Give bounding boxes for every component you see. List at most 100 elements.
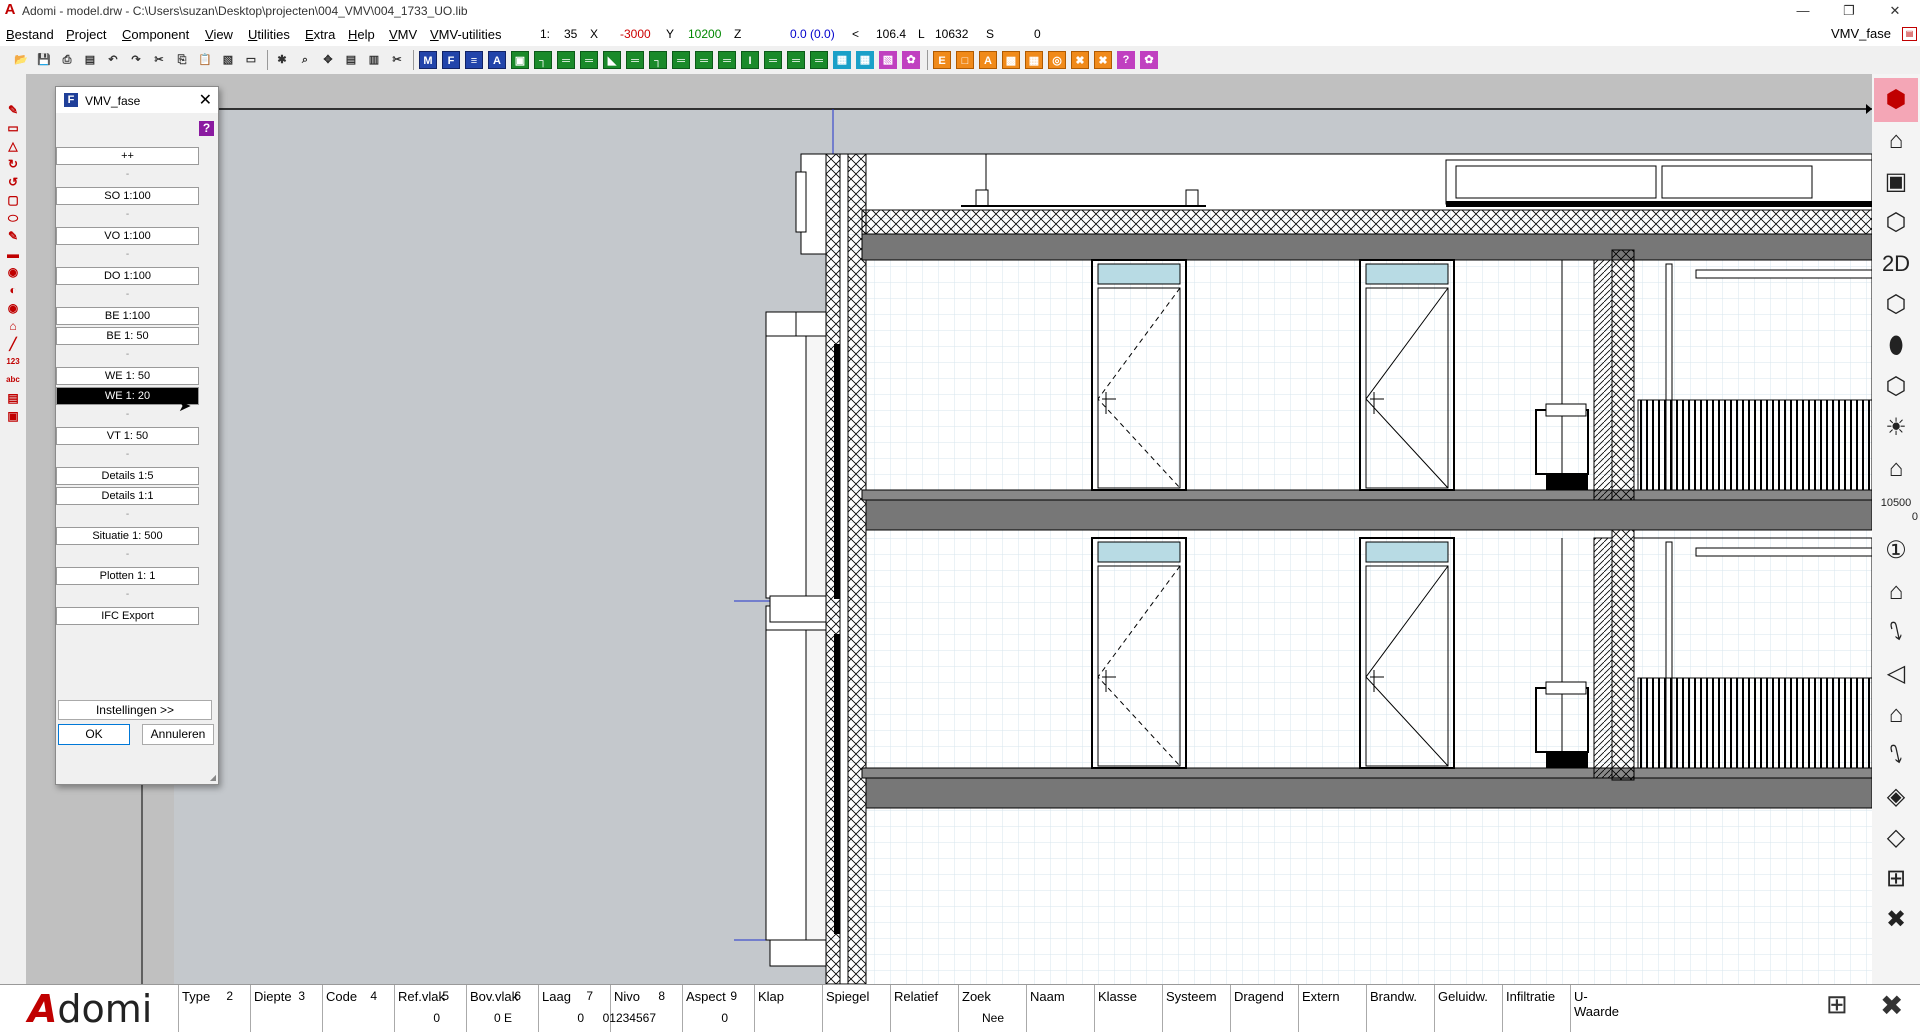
status-field-spiegel[interactable]: Spiegel	[822, 985, 880, 1032]
zoom-icon[interactable]: ⌕	[296, 51, 314, 69]
vmv-tool-6-icon[interactable]: ┐	[534, 51, 552, 69]
redo-icon[interactable]: ↷	[127, 51, 145, 69]
print-icon[interactable]: ⎙	[58, 51, 76, 69]
settings-button[interactable]: Instellingen >>	[58, 700, 212, 720]
vmv-tool-14-icon[interactable]: ═	[718, 51, 736, 69]
vmv-tool-12-icon[interactable]: ═	[672, 51, 690, 69]
vmv-tool-11-icon[interactable]: ┐	[649, 51, 667, 69]
vmv-tool-21-icon[interactable]: ▧	[879, 51, 897, 69]
menu-help[interactable]: Help	[348, 27, 375, 42]
menu-extra[interactable]: Extra	[305, 27, 335, 42]
minimize-button[interactable]: —	[1780, 0, 1826, 22]
menu-bestand[interactable]: Bestand	[6, 27, 54, 42]
vmv-tool-9-icon[interactable]: ◣	[603, 51, 621, 69]
vmv-tool-4-icon[interactable]: A	[488, 51, 506, 69]
left-tool-18-icon[interactable]: ▣	[5, 408, 21, 424]
pan-icon[interactable]: ✥	[319, 51, 337, 69]
left-tool-6-icon[interactable]: ▢	[5, 192, 21, 208]
status-field-diepte[interactable]: Diepte 3	[250, 985, 308, 1032]
vmv-tool-13-icon[interactable]: ═	[695, 51, 713, 69]
status-field-relatief[interactable]: Relatief	[890, 985, 948, 1032]
panel-toggle-icon[interactable]: ▤	[1902, 27, 1917, 41]
undo-icon[interactable]: ↶	[104, 51, 122, 69]
phase-option[interactable]: Details 1:1	[56, 487, 199, 505]
status-field-extern[interactable]: Extern	[1298, 985, 1356, 1032]
right-view-tool-8-icon[interactable]: ⬡	[1874, 365, 1918, 409]
vmv-tool-15-icon[interactable]: I	[741, 51, 759, 69]
right-view-tool-11-icon[interactable]: 10500 0	[1874, 488, 1918, 532]
status-field-uwaarde[interactable]: U-Waarde	[1570, 985, 1628, 1032]
open-icon[interactable]: 📂	[12, 51, 30, 69]
menu-utilities[interactable]: Utilities	[248, 27, 290, 42]
tree-view-icon[interactable]: ⊞	[1826, 989, 1848, 1020]
help-icon[interactable]: ?	[199, 121, 214, 136]
left-tool-11-icon[interactable]: ◐	[5, 282, 21, 298]
right-view-tool-17-icon[interactable]: ⭛	[1874, 734, 1918, 778]
close-window-button[interactable]: ✕	[1872, 0, 1918, 22]
left-tool-10-icon[interactable]: ◉	[5, 264, 21, 280]
cut-icon[interactable]: ✂	[150, 51, 168, 69]
layers-icon[interactable]: ▤	[342, 51, 360, 69]
right-view-tool-14-icon[interactable]: ⭛	[1874, 611, 1918, 655]
vmv-tool-20-icon[interactable]: ▦	[856, 51, 874, 69]
drawing-canvas[interactable]	[26, 74, 1873, 985]
status-field-geluidw[interactable]: Geluidw.	[1434, 985, 1492, 1032]
left-tool-9-icon[interactable]: ▬	[5, 246, 21, 262]
right-view-tool-15-icon[interactable]: ◁	[1874, 652, 1918, 696]
phase-option[interactable]: WE 1: 50	[56, 367, 199, 385]
vmv-util-7-icon[interactable]: ✖	[1071, 51, 1089, 69]
vmv-util-10-icon[interactable]: ✿	[1140, 51, 1158, 69]
menu-vmv-utilities[interactable]: VMV-utilities	[430, 27, 502, 42]
vmv-util-6-icon[interactable]: ◎	[1048, 51, 1066, 69]
right-view-tool-2-icon[interactable]: ⌂	[1874, 119, 1918, 163]
menu-vmv[interactable]: VMV	[389, 27, 417, 42]
phase-option[interactable]: DO 1:100	[56, 267, 199, 285]
right-view-tool-20-icon[interactable]: ⊞	[1874, 857, 1918, 901]
paste-icon[interactable]: 📋	[196, 51, 214, 69]
right-view-tool-13-icon[interactable]: ⌂	[1874, 570, 1918, 614]
vmv-tool-2-icon[interactable]: F	[442, 51, 460, 69]
vmv-tool-18-icon[interactable]: ═	[810, 51, 828, 69]
vmv-util-8-icon[interactable]: ✖	[1094, 51, 1112, 69]
left-tool-12-icon[interactable]: ◉	[5, 300, 21, 316]
vmv-tool-17-icon[interactable]: ═	[787, 51, 805, 69]
restore-button[interactable]: ❐	[1826, 0, 1872, 22]
phase-option[interactable]: IFC Export	[56, 607, 199, 625]
status-field-zoek[interactable]: Zoek Nee	[958, 985, 1016, 1032]
phase-option[interactable]: ++	[56, 147, 199, 165]
vmv-tool-19-icon[interactable]: ▦	[833, 51, 851, 69]
vmv-tool-3-icon[interactable]: ≡	[465, 51, 483, 69]
status-field-refvlak[interactable]: Ref.vlak 5 0	[394, 985, 452, 1032]
status-field-systeem[interactable]: Systeem	[1162, 985, 1220, 1032]
status-field-type[interactable]: Type 2	[178, 985, 236, 1032]
status-field-nivo[interactable]: Nivo 8 01234567	[603, 985, 668, 1032]
status-field-naam[interactable]: Naam	[1026, 985, 1084, 1032]
vmv-tool-1-icon[interactable]: M	[419, 51, 437, 69]
dialog-close-icon[interactable]: ✕	[199, 90, 212, 110]
copy-icon[interactable]: ⎘	[173, 51, 191, 69]
phase-option[interactable]: Details 1:5	[56, 467, 199, 485]
right-view-tool-3-icon[interactable]: ▣	[1874, 160, 1918, 204]
status-field-bovvlak[interactable]: Bov.vlak 6 0 E	[466, 985, 524, 1032]
vmv-tool-7-icon[interactable]: ═	[557, 51, 575, 69]
phase-option[interactable]: VO 1:100	[56, 227, 199, 245]
left-tool-1-icon[interactable]: ✎	[5, 102, 21, 118]
right-view-tool-6-icon[interactable]: ⬡	[1874, 283, 1918, 327]
preview-icon[interactable]: ▤	[81, 51, 99, 69]
phase-option[interactable]: BE 1:100	[56, 307, 199, 325]
left-tool-15-icon[interactable]: 123	[5, 354, 21, 370]
right-view-tool-7-icon[interactable]: ⬮	[1874, 324, 1918, 368]
vmv-util-5-icon[interactable]: ▦	[1025, 51, 1043, 69]
vmv-util-3-icon[interactable]: A	[979, 51, 997, 69]
vmv-util-1-icon[interactable]: E	[933, 51, 951, 69]
left-tool-16-icon[interactable]: abc	[5, 372, 21, 388]
save-icon[interactable]: 💾	[35, 51, 53, 69]
right-view-tool-9-icon[interactable]: ☀	[1874, 406, 1918, 450]
status-field-infiltratie[interactable]: Infiltratie	[1502, 985, 1560, 1032]
left-tool-2-icon[interactable]: ▭	[5, 120, 21, 136]
vmv-util-9-icon[interactable]: ?	[1117, 51, 1135, 69]
left-tool-17-icon[interactable]: ▤	[5, 390, 21, 406]
trim-icon[interactable]: ✂	[388, 51, 406, 69]
right-view-tool-18-icon[interactable]: ◈	[1874, 775, 1918, 819]
cancel-button[interactable]: Annuleren	[142, 724, 214, 745]
